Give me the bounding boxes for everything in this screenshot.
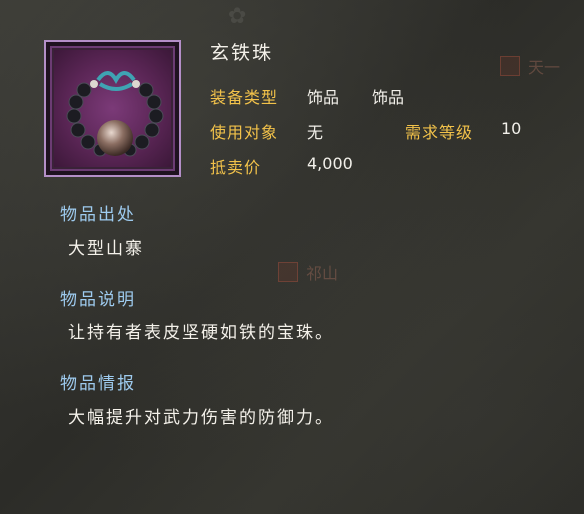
item-icon-background: [54, 50, 171, 167]
map-place-label: 祁山: [306, 264, 339, 283]
item-name: 玄铁珠: [210, 42, 274, 64]
map-seal-icon: [500, 56, 520, 76]
target-label: 使用对象: [210, 123, 279, 142]
equip-type-label: 装备类型: [210, 88, 279, 107]
item-icon-frame: [44, 40, 181, 177]
description-section-title: 物品说明: [60, 290, 136, 310]
sell-price-value: 4,000: [307, 154, 353, 173]
source-section-body: 大型山寨: [68, 239, 144, 259]
map-place-label: 天一: [528, 58, 561, 77]
equip-type-value: 饰品: [307, 88, 340, 107]
map-bg-glyph: ✿: [228, 4, 247, 29]
description-section-body: 让持有者表皮坚硬如铁的宝珠。: [68, 323, 334, 343]
source-section-title: 物品出处: [60, 205, 136, 225]
sell-price-label: 抵卖价: [210, 158, 262, 177]
level-requirement-label: 需求等级: [405, 123, 474, 142]
target-value: 无: [307, 123, 324, 142]
bead-bracelet-icon: [66, 71, 164, 157]
equip-type-value-secondary: 饰品: [372, 88, 405, 107]
info-section-body: 大幅提升对武力伤害的防御力。: [68, 408, 334, 428]
level-requirement-value: 10: [501, 119, 522, 138]
info-section-title: 物品情报: [60, 374, 136, 394]
map-seal-icon: [278, 262, 298, 282]
